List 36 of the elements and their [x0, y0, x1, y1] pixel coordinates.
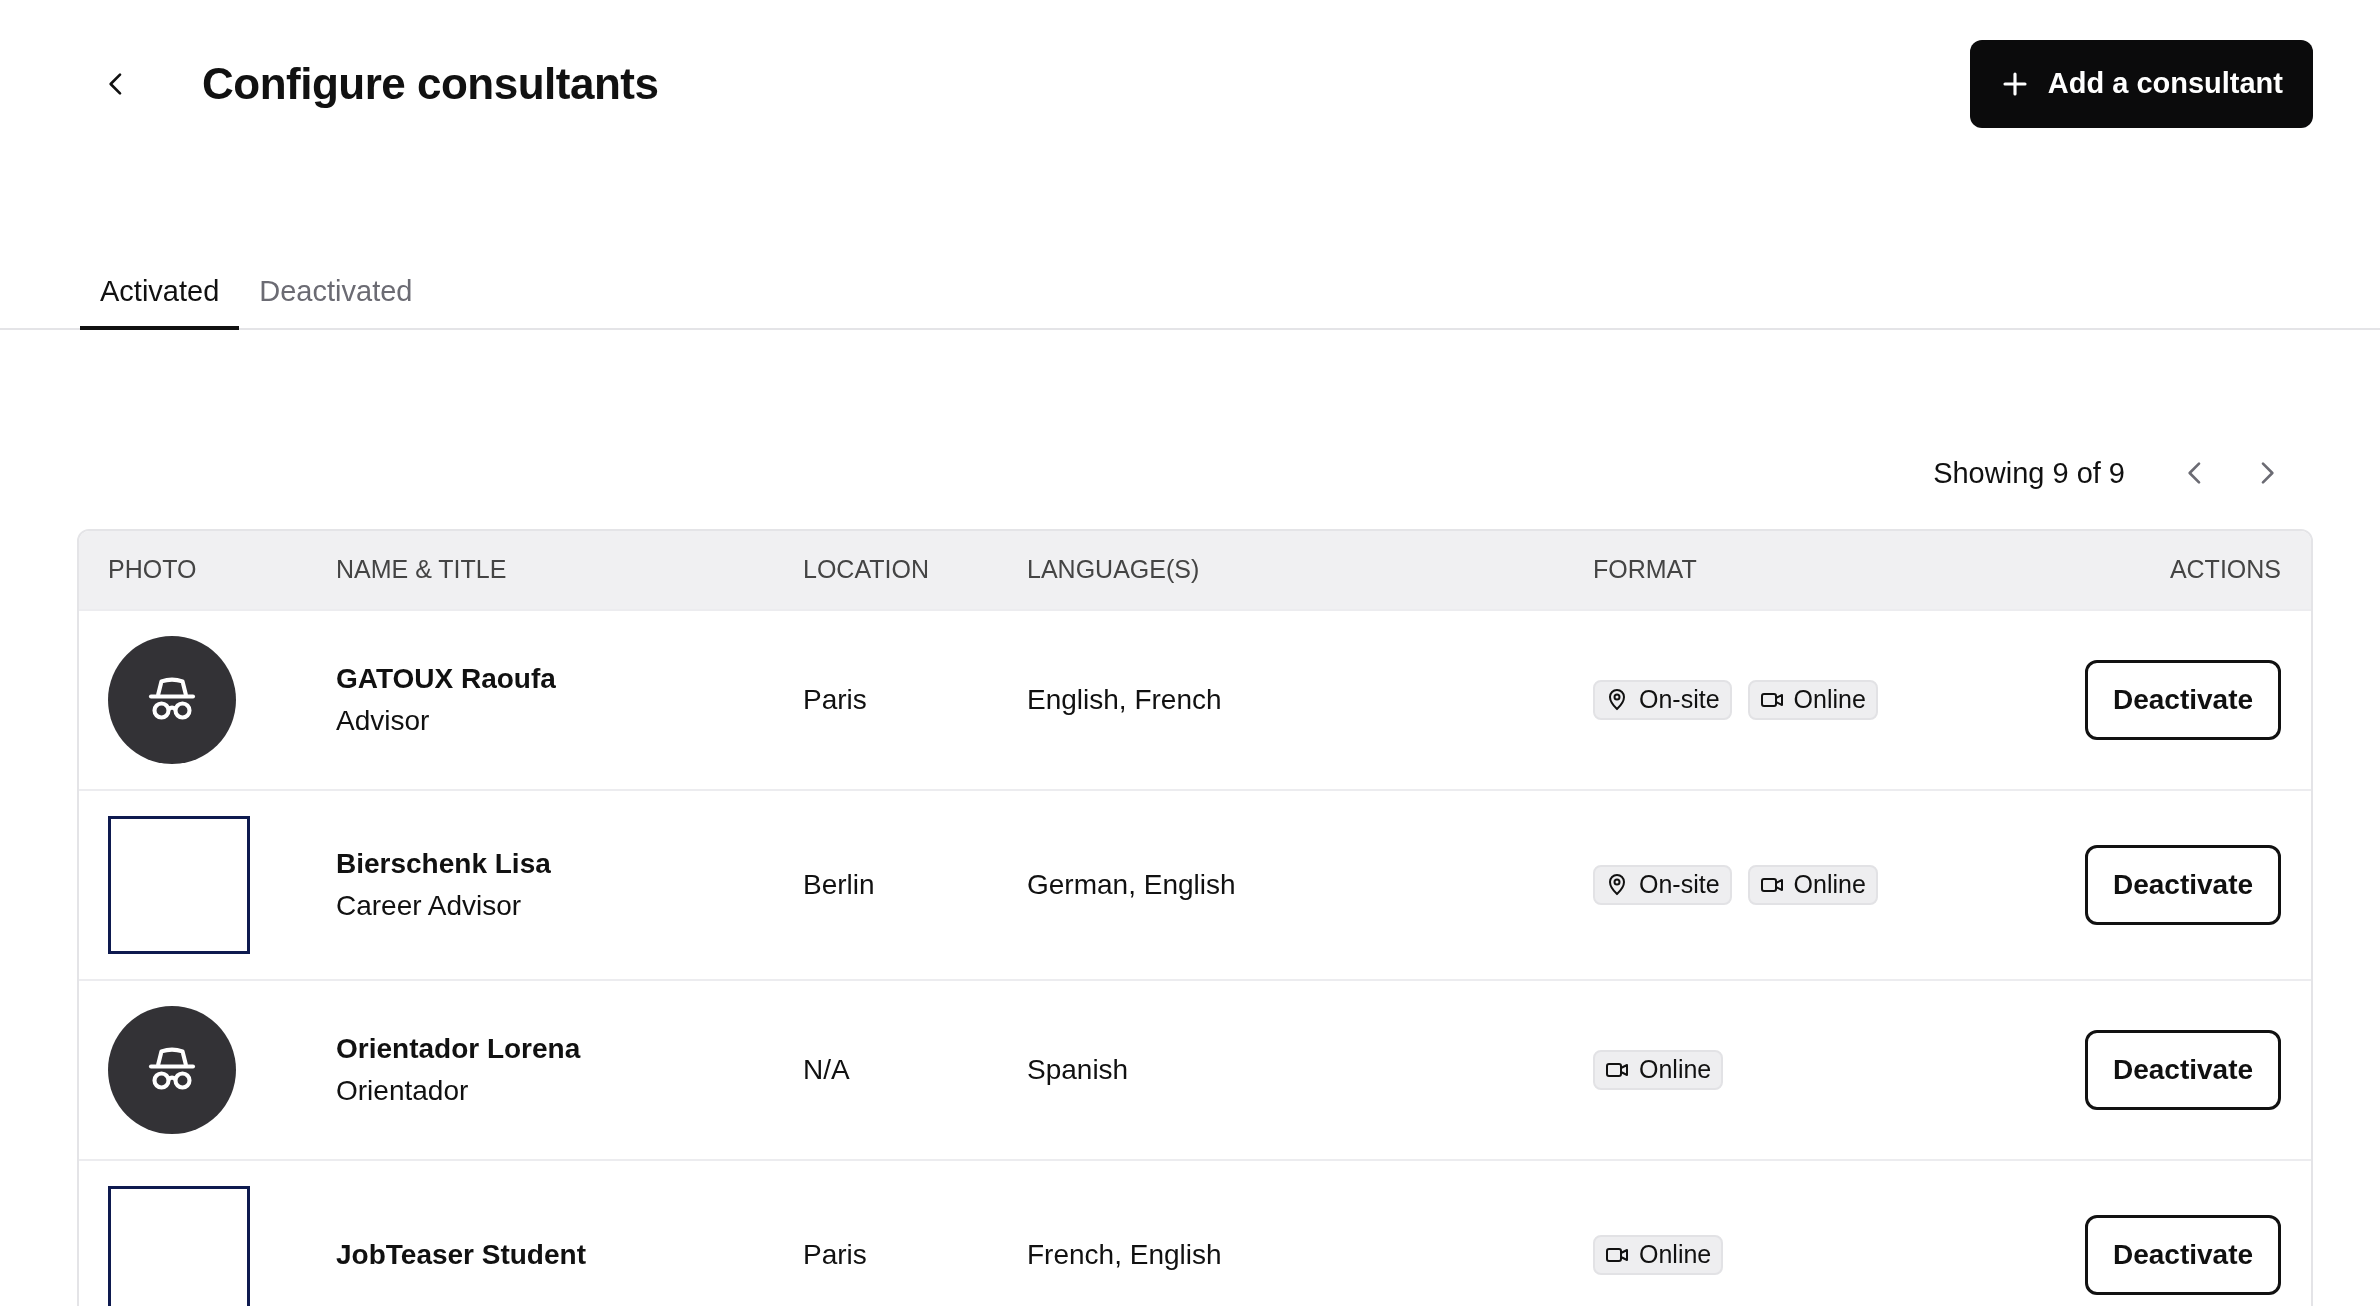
location-text: Paris	[803, 683, 868, 717]
page-title: Configure consultants	[202, 58, 659, 110]
location-text: Paris	[803, 1238, 868, 1272]
location-text: N/A	[803, 1053, 851, 1087]
column-header: PHOTO	[108, 554, 198, 586]
consultant-name: Orientador Lorena	[336, 1032, 582, 1066]
location-text: Berlin	[803, 868, 876, 902]
format-tag: Online	[1593, 1050, 1724, 1090]
deactivate-button[interactable]: Deactivate	[2085, 1215, 2281, 1295]
column-header: LANGUAGE(S)	[1027, 554, 1201, 586]
column-header: FORMAT	[1593, 554, 1698, 586]
column-header: LOCATION	[803, 554, 930, 586]
add-consultant-button[interactable]: Add a consultant	[1969, 40, 2313, 128]
format-tag: Online	[1747, 680, 1878, 720]
consultant-name: GATOUX Raoufa	[336, 662, 557, 696]
consultant-name: Bierschenk Lisa	[336, 847, 552, 881]
tab[interactable]: Activated	[80, 270, 240, 330]
deactivate-button[interactable]: Deactivate	[2085, 660, 2281, 740]
consultant-title: Orientador	[336, 1074, 470, 1108]
languages-text: English, French	[1027, 683, 1223, 717]
consultant-title: Advisor	[336, 704, 431, 738]
languages-text: German, English	[1027, 868, 1237, 902]
column-header: ACTIONS	[2169, 554, 2281, 586]
consultant-name: JobTeaser Student	[336, 1238, 587, 1272]
consultant-title: Career Advisor	[336, 889, 523, 923]
format-tag: Online	[1593, 1235, 1724, 1275]
format-tag: On-site	[1593, 865, 1732, 905]
deactivate-button[interactable]: Deactivate	[2085, 845, 2281, 925]
format-tag: Online	[1747, 865, 1878, 905]
column-header: NAME & TITLE	[336, 554, 508, 586]
format-tag: On-site	[1593, 680, 1732, 720]
languages-text: French, English	[1027, 1238, 1223, 1272]
deactivate-button[interactable]: Deactivate	[2085, 1030, 2281, 1110]
pagination-text: Showing 9 of 9	[1933, 455, 2125, 491]
languages-text: Spanish	[1027, 1053, 1130, 1087]
tab[interactable]: Deactivated	[239, 270, 433, 330]
